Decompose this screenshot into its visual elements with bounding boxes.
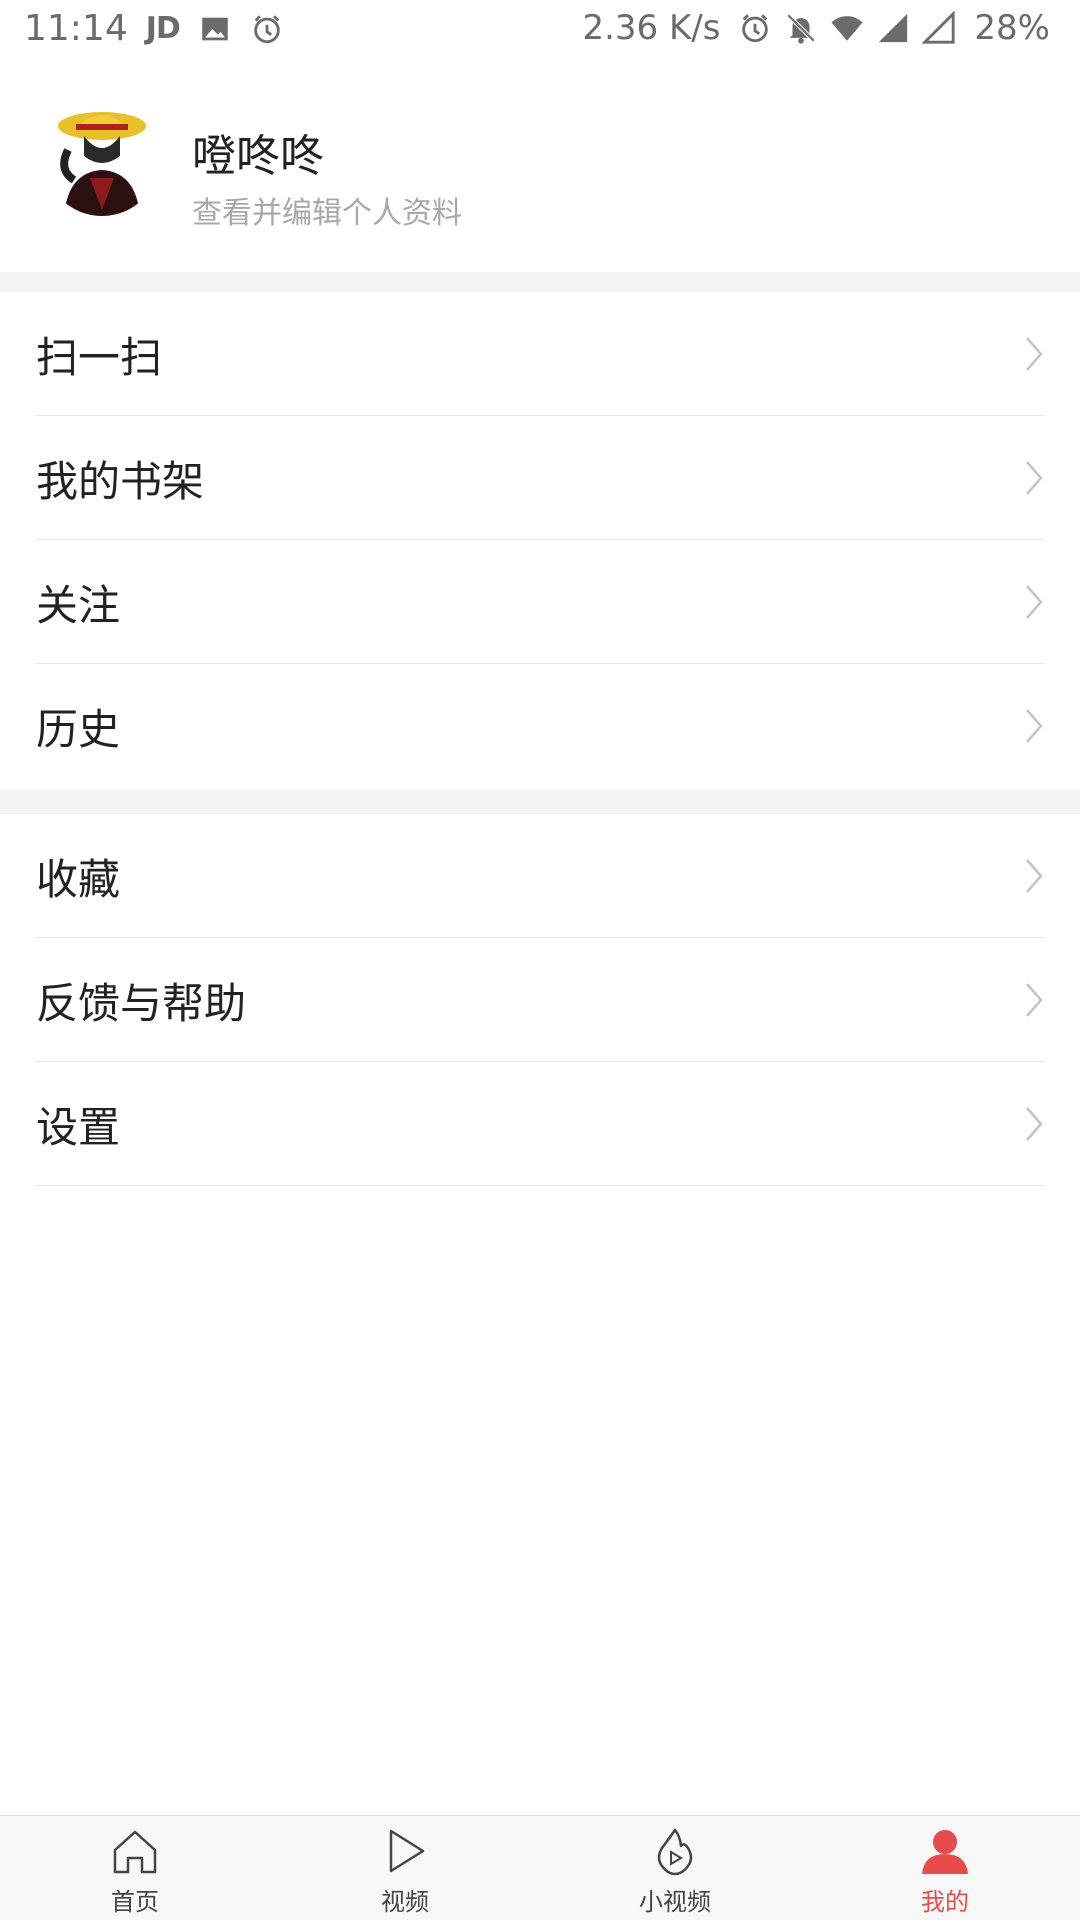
menu-group-main: 扫一扫 我的书架 关注 历史 [0,292,1080,788]
wifi-icon [831,16,864,41]
chevron-right-icon [1026,983,1043,1017]
profile-name: 噔咚咚 [192,131,324,182]
avatar[interactable] [44,100,160,216]
flame-play-icon [657,1828,693,1876]
menu-item-label: 关注 [36,580,121,630]
status-bar: 11:14 JD 2.36 K/s 28% [0,0,1080,58]
alarm-icon [742,14,769,43]
tab-label: 首页 [111,1888,159,1916]
menu-item-settings[interactable]: 设置 [0,1062,1080,1186]
profile-header[interactable]: 噔咚咚 查看并编辑个人资料 [0,58,1080,272]
chevron-right-icon [1026,859,1043,893]
menu-item-follow[interactable]: 关注 [0,540,1080,664]
tab-label: 我的 [921,1888,969,1916]
tab-label: 视频 [381,1888,429,1916]
avatar-image [44,100,160,216]
chevron-right-icon [1026,337,1043,371]
menu-item-history[interactable]: 历史 [0,664,1080,788]
person-icon [922,1830,968,1874]
alarm-icon [254,14,280,43]
menu-item-label: 历史 [36,704,121,754]
section-separator [0,272,1080,292]
edit-profile-hint: 查看并编辑个人资料 [192,196,462,231]
tab-label: 小视频 [639,1888,711,1916]
menu-item-bookshelf[interactable]: 我的书架 [0,416,1080,540]
chevron-right-icon [1026,585,1043,619]
chevron-right-icon [1026,709,1043,743]
menu-item-label: 扫一扫 [36,332,163,382]
signal-icon [879,13,908,43]
menu-item-label: 反馈与帮助 [36,978,247,1028]
menu-item-favorites[interactable]: 收藏 [0,814,1080,938]
battery-level: 28% [974,8,1050,48]
signal-empty-icon [922,11,956,44]
menu-item-scan[interactable]: 扫一扫 [0,292,1080,416]
menu-group-more: 收藏 反馈与帮助 设置 [0,814,1080,1186]
menu-item-label: 收藏 [36,854,121,904]
mute-icon [787,13,816,44]
menu-item-label: 设置 [36,1102,121,1152]
menu-item-feedback-help[interactable]: 反馈与帮助 [0,938,1080,1062]
jd-notification-icon: JD [145,11,181,46]
tab-short-video[interactable]: 小视频 [540,1816,810,1920]
chevron-right-icon [1026,1107,1043,1141]
status-time: 11:14 [24,8,128,49]
play-icon [389,1829,425,1873]
bottom-tab-bar: 首页 视频 小视频 我的 [0,1815,1080,1920]
tab-home[interactable]: 首页 [0,1816,270,1920]
section-separator [0,790,1080,814]
tab-mine[interactable]: 我的 [810,1816,1080,1920]
divider [36,1185,1044,1186]
network-speed: 2.36 K/s [582,8,721,48]
home-icon [113,1830,157,1874]
tab-video[interactable]: 视频 [270,1816,540,1920]
chevron-right-icon [1026,461,1043,495]
image-icon [202,17,228,40]
menu-item-label: 我的书架 [36,456,205,506]
